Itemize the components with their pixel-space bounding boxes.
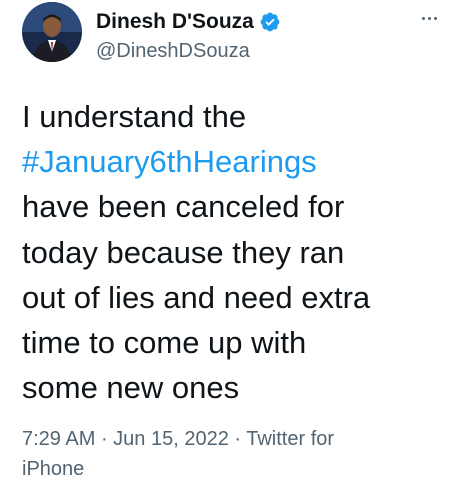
meta-separator: ·	[228, 428, 247, 450]
tweet-timestamp[interactable]: 7:29 AM	[22, 428, 95, 450]
author-handle[interactable]: @DineshDSouza	[96, 38, 250, 64]
tweet-text-line: some new ones	[22, 370, 240, 406]
tweet-text-line: today because they ran	[22, 234, 345, 270]
avatar-image	[22, 2, 82, 62]
verified-badge-icon	[259, 11, 281, 33]
tweet-source-prefix[interactable]: Twitter for	[246, 428, 334, 450]
author-display-name[interactable]: Dinesh D'Souza	[96, 8, 254, 36]
meta-separator: ·	[95, 428, 114, 450]
tweet-date[interactable]: Jun 15, 2022	[113, 428, 229, 450]
hashtag-link[interactable]: #January6thHearings	[22, 144, 317, 179]
author-name-row: Dinesh D'Souza	[96, 8, 281, 36]
tweet-source-suffix[interactable]: iPhone	[22, 458, 84, 480]
tweet-text-line: out of lies and need extra	[22, 279, 371, 315]
tweet-metadata: 7:29 AM · Jun 15, 2022 · Twitter for iPh…	[22, 424, 442, 484]
more-options-icon[interactable]	[414, 8, 444, 28]
tweet-text-line: time to come up with	[22, 325, 307, 361]
avatar[interactable]	[22, 2, 82, 62]
tweet-text: I understand the #January6thHearings hav…	[22, 94, 452, 410]
tweet-card: Dinesh D'Souza @DineshDSouza I understan…	[0, 0, 459, 500]
tweet-text-line: have been canceled for	[22, 189, 345, 225]
tweet-text-line: #January6thHearings	[22, 139, 452, 184]
tweet-text-line: I understand the	[22, 99, 247, 134]
